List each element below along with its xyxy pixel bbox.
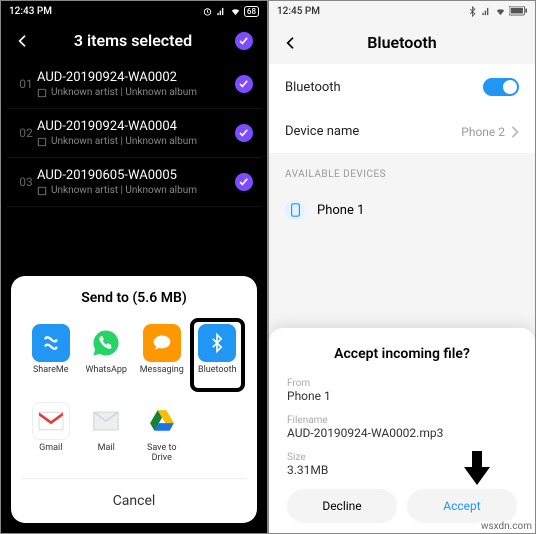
messaging-icon [143, 324, 181, 362]
music-square-icon [37, 186, 47, 196]
share-label: Gmail [39, 444, 62, 464]
track-row[interactable]: 03 AUD-20190605-WA0005 Unknown artist | … [7, 158, 261, 207]
bluetooth-icon [198, 324, 236, 362]
share-label: ShareMe [33, 366, 69, 386]
from-label: From [287, 378, 517, 389]
setting-label: Bluetooth [285, 80, 483, 95]
bluetooth-status-icon [467, 6, 478, 17]
wifi-icon [495, 6, 506, 17]
selection-header: 3 items selected [1, 21, 267, 60]
select-all-check[interactable] [235, 32, 253, 50]
bluetooth-toggle-row[interactable]: Bluetooth [269, 64, 535, 110]
track-list: 01 AUD-20190924-WA0002 Unknown artist | … [1, 60, 267, 207]
share-label: WhatsApp [86, 366, 127, 386]
settings-list: Bluetooth Device name Phone 2 [269, 64, 535, 153]
share-label: Save to Drive [147, 444, 176, 464]
track-title: AUD-20190924-WA0004 [37, 119, 227, 134]
share-label: Messaging [140, 366, 184, 386]
music-square-icon [37, 137, 47, 147]
track-num: 01 [15, 77, 37, 91]
statusbar-right: 12:45 PM [269, 1, 535, 21]
share-item-whatsapp[interactable]: WhatsApp [81, 320, 133, 390]
incoming-title: Accept incoming file? [287, 346, 517, 362]
track-check[interactable] [235, 173, 253, 191]
signal-icon [216, 6, 227, 17]
back-icon[interactable] [283, 35, 299, 51]
status-time: 12:45 PM [277, 6, 320, 17]
device-name: Phone 1 [317, 203, 364, 218]
statusbar-left: 12:43 PM 68 [1, 1, 267, 21]
incoming-file-dialog: Accept incoming file? From Phone 1 Filen… [269, 328, 535, 533]
alarm-icon [202, 6, 213, 17]
shareme-icon [32, 324, 70, 362]
track-sub: Unknown artist | Unknown album [37, 185, 227, 196]
share-title: Send to (5.6 MB) [21, 290, 247, 306]
filename-value: AUD-20190924-WA0002.mp3 [287, 426, 517, 440]
track-title: AUD-20190924-WA0002 [37, 70, 227, 85]
back-icon[interactable] [15, 33, 31, 49]
share-item-gmail[interactable]: Gmail [25, 398, 77, 468]
accept-button[interactable]: Accept [407, 489, 517, 523]
track-num: 02 [15, 126, 37, 140]
share-label: Bluetooth [198, 366, 237, 386]
chevron-right-icon [511, 126, 519, 138]
cancel-button[interactable]: Cancel [21, 478, 247, 523]
phone-device-icon [285, 200, 305, 220]
phone-left: 12:43 PM 68 3 items selected 01 AUD-2019… [0, 0, 268, 534]
share-item-shareme[interactable]: ShareMe [25, 320, 77, 390]
setting-label: Device name [285, 124, 461, 139]
track-check[interactable] [235, 124, 253, 142]
phone-right: 12:45 PM Bluetooth Bluetooth Device name… [268, 0, 536, 534]
track-row[interactable]: 02 AUD-20190924-WA0004 Unknown artist | … [7, 109, 261, 158]
signal-icon [481, 6, 492, 17]
bluetooth-toggle[interactable] [483, 78, 519, 96]
share-sheet: Send to (5.6 MB) ShareMe WhatsApp [11, 276, 257, 523]
wifi-icon [230, 6, 241, 17]
whatsapp-icon [87, 324, 125, 362]
status-icons [467, 6, 527, 17]
battery-icon [509, 6, 527, 16]
bluetooth-header: Bluetooth [269, 21, 535, 64]
watermark: wsxdn.com [479, 521, 534, 532]
page-title: Bluetooth [299, 33, 521, 52]
share-grid: ShareMe WhatsApp Messaging [21, 320, 247, 468]
track-check[interactable] [235, 75, 253, 93]
annotation-arrow-icon [457, 447, 497, 487]
decline-button[interactable]: Decline [287, 489, 397, 523]
filename-label: Filename [287, 415, 517, 426]
battery-icon: 68 [244, 6, 259, 17]
share-item-mail[interactable]: Mail [81, 398, 133, 468]
share-item-bluetooth[interactable]: Bluetooth [192, 320, 244, 390]
available-devices-section: AVAILABLE DEVICES [269, 153, 535, 188]
track-sub: Unknown artist | Unknown album [37, 87, 227, 98]
device-name-row[interactable]: Device name Phone 2 [269, 110, 535, 153]
share-item-drive[interactable]: Save to Drive [136, 398, 188, 468]
drive-icon [143, 402, 181, 440]
status-icons: 68 [202, 6, 259, 17]
track-title: AUD-20190605-WA0005 [37, 168, 227, 183]
from-value: Phone 1 [287, 389, 517, 403]
device-row[interactable]: Phone 1 [269, 188, 535, 232]
music-square-icon [37, 88, 47, 98]
track-num: 03 [15, 175, 37, 189]
gmail-icon [32, 402, 70, 440]
share-label: Mail [98, 444, 115, 464]
selection-title: 3 items selected [31, 31, 235, 50]
status-time: 12:43 PM [9, 6, 52, 17]
track-sub: Unknown artist | Unknown album [37, 136, 227, 147]
mail-icon [87, 402, 125, 440]
track-row[interactable]: 01 AUD-20190924-WA0002 Unknown artist | … [7, 60, 261, 109]
setting-value: Phone 2 [461, 125, 505, 139]
share-item-messaging[interactable]: Messaging [136, 320, 188, 390]
